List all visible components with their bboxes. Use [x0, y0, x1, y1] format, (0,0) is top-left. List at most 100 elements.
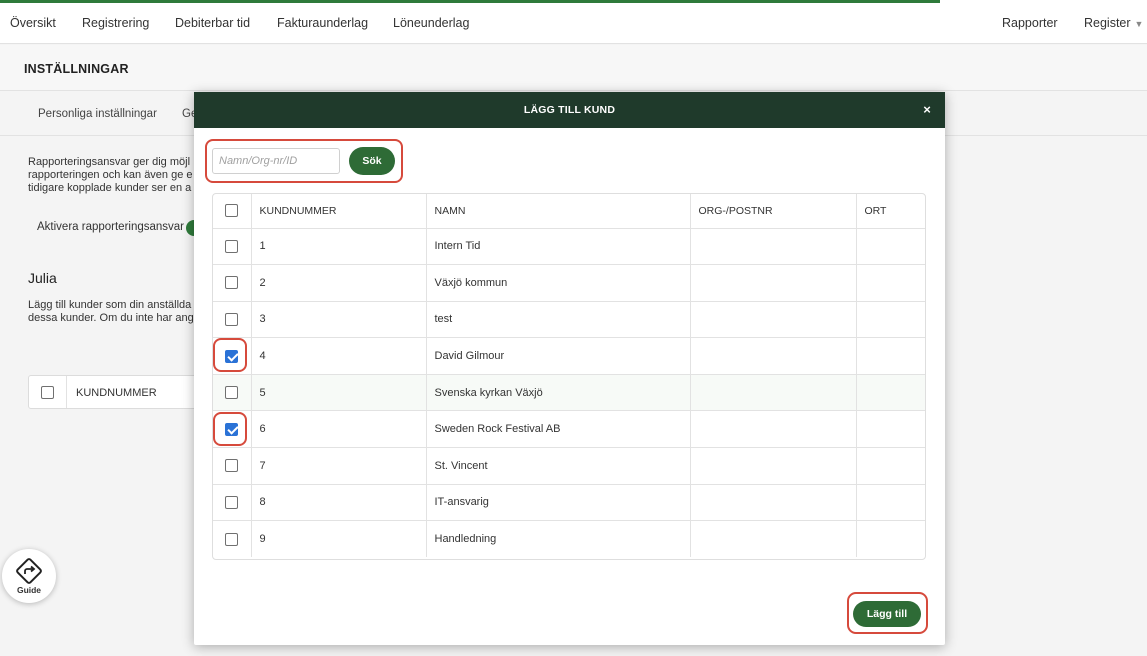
row-checkbox[interactable] [225, 276, 239, 290]
table-row[interactable]: 8 IT-ansvarig [213, 484, 925, 522]
nav-item-rapporter[interactable]: Rapporter [1002, 16, 1058, 30]
table-row[interactable]: 9 Handledning [213, 520, 925, 558]
nav-accent-bar [0, 0, 940, 3]
cell-ort [856, 521, 925, 558]
table-row[interactable]: 4 David Gilmour [213, 337, 925, 375]
row-checkbox-cell [213, 374, 252, 412]
nav-item-register-label: Register [1084, 16, 1131, 30]
cell-namn: Intern Tid [426, 228, 691, 266]
cell-org-postnr [690, 484, 857, 522]
intro-text-line: Rapporteringsansvar ger dig möjl [28, 156, 191, 168]
cell-kundnummer: 1 [251, 228, 427, 266]
cell-org-postnr [690, 447, 857, 485]
employee-text-line: Lägg till kunder som din anställda [28, 299, 192, 311]
guide-button[interactable]: Guide [2, 549, 56, 603]
cell-org-postnr [690, 264, 857, 302]
modal-header: LÄGG TILL KUND × [194, 92, 945, 128]
nav-item-registrering[interactable]: Registrering [82, 16, 149, 30]
nav-item-oversikt[interactable]: Översikt [10, 16, 56, 30]
cell-namn: Svenska kyrkan Växjö [426, 374, 691, 412]
cell-namn: IT-ansvarig [426, 484, 691, 522]
intro-text-line: rapporteringen och kan även ge e [28, 169, 193, 181]
cell-kundnummer: 2 [251, 264, 427, 302]
close-icon[interactable]: × [919, 102, 935, 118]
column-header-namn: NAMN [426, 194, 691, 229]
cell-kundnummer: 4 [251, 337, 427, 375]
cell-namn: Växjö kommun [426, 264, 691, 302]
tab-personal-settings[interactable]: Personliga inställningar [38, 108, 157, 120]
row-checkbox-cell [213, 228, 252, 266]
intro-text-line: tidigare kopplade kunder ser en a [28, 182, 192, 194]
guide-label: Guide [16, 585, 42, 595]
toggle-label: Aktivera rapporteringsansvar [37, 221, 185, 233]
row-checkbox-cell [213, 520, 252, 558]
cell-kundnummer: 9 [251, 520, 427, 558]
cell-org-postnr [690, 228, 857, 266]
cell-org-postnr [690, 520, 857, 558]
add-customer-modal: LÄGG TILL KUND × Sök KUNDNUMMER NAMN ORG… [194, 92, 945, 645]
cell-org-postnr [690, 374, 857, 412]
cell-org-postnr [690, 337, 857, 375]
cell-ort [856, 410, 925, 449]
checkbox-highlight [213, 412, 247, 446]
table-row[interactable]: 5 Svenska kyrkan Växjö [213, 374, 925, 412]
cell-kundnummer: 6 [251, 410, 427, 449]
table-row[interactable]: 1 Intern Tid [213, 228, 925, 266]
nav-item-debiterbar-tid[interactable]: Debiterbar tid [175, 16, 250, 30]
cell-ort [856, 374, 925, 412]
cell-ort [856, 301, 925, 339]
select-all-cell [29, 376, 67, 408]
cell-kundnummer: 7 [251, 447, 427, 485]
table-row[interactable]: 3 test [213, 301, 925, 339]
caret-down-icon: ▼ [1134, 19, 1144, 29]
checkbox-highlight [213, 338, 247, 372]
cell-kundnummer: 3 [251, 301, 427, 339]
cell-ort [856, 228, 925, 266]
cell-namn: Handledning [426, 520, 691, 558]
cell-ort [856, 447, 925, 485]
row-checkbox-cell [213, 264, 252, 302]
select-all-cell [213, 194, 252, 229]
add-button-highlight [847, 592, 928, 634]
column-header-kundnummer: KUNDNUMMER [251, 194, 427, 229]
cell-kundnummer: 5 [251, 374, 427, 412]
nav-item-register[interactable]: Register ▼ [1084, 16, 1143, 30]
table-row[interactable]: 7 St. Vincent [213, 447, 925, 485]
row-checkbox[interactable] [225, 239, 239, 253]
select-all-checkbox[interactable] [225, 204, 239, 218]
cell-ort [856, 264, 925, 302]
nav-item-fakturaunderlag[interactable]: Fakturaunderlag [277, 16, 368, 30]
modal-title: LÄGG TILL KUND [523, 104, 616, 116]
row-checkbox[interactable] [225, 495, 239, 509]
cell-ort [856, 484, 925, 522]
top-navigation: Översikt Registrering Debiterbar tid Fak… [0, 0, 1147, 44]
customer-table: KUNDNUMMER NAMN ORG-/POSTNR ORT 1 Intern … [212, 193, 926, 560]
page-title: INSTÄLLNINGAR [24, 62, 129, 76]
cell-namn: David Gilmour [426, 337, 691, 375]
row-checkbox-cell [213, 447, 252, 485]
cell-ort [856, 337, 925, 375]
row-checkbox-cell [213, 484, 252, 522]
column-header-org-postnr: ORG-/POSTNR [690, 194, 857, 229]
employee-text-line: dessa kunder. Om du inte har ang [28, 312, 194, 324]
cell-namn: test [426, 301, 691, 339]
cell-org-postnr [690, 410, 857, 449]
column-header-kundnummer: KUNDNUMMER [76, 387, 157, 399]
cell-namn: Sweden Rock Festival AB [426, 410, 691, 449]
search-highlight [205, 139, 403, 183]
row-checkbox[interactable] [225, 532, 239, 546]
row-checkbox[interactable] [225, 459, 239, 473]
table-row[interactable]: 6 Sweden Rock Festival AB [213, 410, 925, 449]
row-checkbox-cell [213, 301, 252, 339]
table-row[interactable]: 2 Växjö kommun [213, 264, 925, 302]
page-header: INSTÄLLNINGAR [0, 45, 1147, 91]
select-all-checkbox[interactable] [41, 386, 54, 399]
cell-kundnummer: 8 [251, 484, 427, 522]
employee-name: Julia [28, 270, 57, 286]
nav-item-loneunderlag[interactable]: Löneunderlag [393, 16, 469, 30]
row-checkbox[interactable] [225, 312, 239, 326]
cell-namn: St. Vincent [426, 447, 691, 485]
cell-org-postnr [690, 301, 857, 339]
row-checkbox[interactable] [225, 386, 239, 400]
table-header-row: KUNDNUMMER NAMN ORG-/POSTNR ORT [213, 194, 925, 229]
